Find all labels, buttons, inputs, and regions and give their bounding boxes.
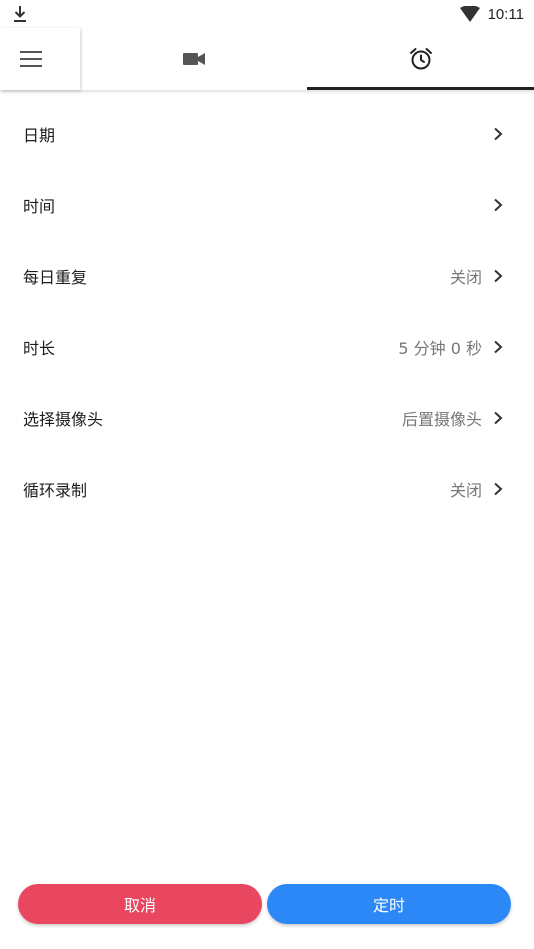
setting-value: 5 分钟 0 秒 (398, 338, 482, 358)
chevron-right-icon (494, 127, 503, 140)
download-icon (14, 6, 26, 22)
menu-icon (20, 51, 42, 67)
chevron-right-icon (494, 340, 503, 353)
setting-row-daily-repeat[interactable]: 每日重复 关闭 (0, 240, 534, 311)
wifi-icon (459, 6, 480, 22)
setting-label: 时间 (23, 196, 56, 216)
chevron-right-icon (494, 198, 503, 211)
setting-label: 时长 (23, 338, 56, 358)
setting-label: 每日重复 (23, 267, 88, 287)
tab-video[interactable] (80, 28, 307, 90)
schedule-button[interactable]: 定时 (267, 884, 511, 924)
setting-label: 选择摄像头 (23, 409, 104, 429)
setting-label: 循环录制 (23, 480, 88, 500)
setting-value: 后置摄像头 (401, 409, 482, 429)
chevron-right-icon (494, 269, 503, 282)
alarm-clock-icon (409, 48, 432, 70)
video-camera-icon (182, 53, 205, 65)
tab-indicator (307, 87, 534, 90)
settings-list: 日期 时间 每日重复 关闭 时长 5 分钟 0 秒 选择摄像头 后置摄像头 循环… (0, 98, 534, 524)
cancel-button[interactable]: 取消 (18, 884, 262, 924)
setting-value: 关闭 (449, 480, 482, 500)
setting-row-date[interactable]: 日期 (0, 98, 534, 169)
tab-bar (0, 28, 534, 90)
setting-row-camera[interactable]: 选择摄像头 后置摄像头 (0, 382, 534, 453)
setting-label: 日期 (23, 125, 56, 145)
chevron-right-icon (494, 482, 503, 495)
menu-button[interactable] (0, 28, 80, 90)
status-time: 10:11 (487, 5, 524, 23)
chevron-right-icon (494, 411, 503, 424)
tab-timer[interactable] (307, 28, 534, 90)
status-bar: 10:11 (0, 0, 534, 28)
setting-row-duration[interactable]: 时长 5 分钟 0 秒 (0, 311, 534, 382)
status-right: 10:11 (459, 4, 524, 24)
setting-row-time[interactable]: 时间 (0, 169, 534, 240)
setting-row-loop-record[interactable]: 循环录制 关闭 (0, 453, 534, 524)
setting-value: 关闭 (449, 267, 482, 287)
